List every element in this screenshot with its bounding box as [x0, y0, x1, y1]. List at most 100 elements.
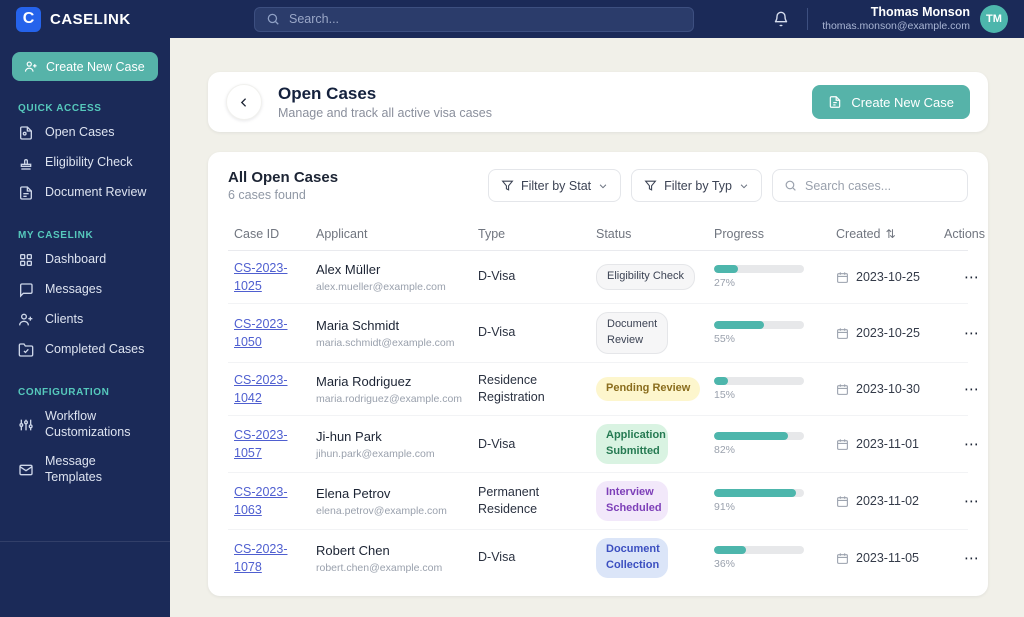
user-plus-icon: [19, 313, 33, 326]
applicant-name: Ji-hun Park: [316, 428, 382, 444]
page-header-card: Open Cases Manage and track all active v…: [208, 72, 988, 132]
applicant-email: alex.mueller@example.com: [316, 280, 446, 293]
filter-status-label: Filter by Stat: [520, 178, 592, 193]
search-icon: [785, 180, 796, 191]
main-content: Open Cases Manage and track all active v…: [170, 38, 1024, 617]
calendar-icon: [837, 384, 848, 395]
row-actions-button[interactable]: ⋯: [958, 490, 986, 512]
table-row: CS-2023-1042 Maria Rodriguez maria.rodri…: [228, 363, 979, 417]
global-search-placeholder: Search...: [289, 12, 340, 26]
row-actions-button[interactable]: ⋯: [958, 378, 986, 400]
row-actions-button[interactable]: ⋯: [958, 547, 986, 569]
calendar-icon: [837, 271, 848, 283]
table-title: All Open Cases: [228, 169, 339, 186]
page-header-text: Open Cases Manage and track all active v…: [278, 84, 492, 120]
funnel-icon: [644, 180, 657, 191]
table-controls: Filter by Stat Filter by Typ Search case…: [487, 169, 968, 202]
progress-percent: 27%: [714, 277, 736, 290]
col-header-progress: Progress: [714, 227, 765, 241]
notifications-button[interactable]: [763, 7, 799, 31]
filter-by-type-dropdown[interactable]: Filter by Typ: [631, 169, 762, 202]
created-date: 2023-10-25: [856, 326, 920, 341]
applicant-cell: Ji-hun Park jihun.park@example.com: [316, 429, 476, 460]
progress-cell: 82%: [714, 432, 804, 456]
row-actions-button[interactable]: ⋯: [958, 433, 986, 455]
filter-by-status-dropdown[interactable]: Filter by Stat: [487, 169, 622, 202]
sidebar-item-label: Eligibility Check: [45, 155, 133, 170]
created-date: 2023-10-30: [856, 382, 920, 397]
create-new-case-label: Create New Case: [851, 94, 954, 110]
mail-icon: [19, 464, 33, 476]
topbar-divider: [807, 8, 809, 30]
col-header-applicant: Applicant: [316, 227, 368, 241]
created-cell: 2023-11-05: [836, 551, 942, 565]
page-title: Open Cases: [278, 83, 377, 103]
section-title: QUICK ACCESS: [18, 103, 102, 114]
progress-cell: 55%: [714, 321, 804, 345]
search-cases-input[interactable]: Search cases...: [772, 169, 968, 202]
user-email: thomas.monson@example.com: [822, 20, 970, 33]
progress-percent: 15%: [714, 389, 736, 402]
brand: C CASELINK: [0, 6, 254, 32]
row-actions-button[interactable]: ⋯: [958, 322, 986, 344]
sidebar-create-new-case-button[interactable]: Create New Case: [12, 52, 158, 81]
sidebar-item-dashboard[interactable]: Dashboard: [12, 245, 158, 275]
funnel-icon: [501, 180, 514, 191]
sidebar-item-messages[interactable]: Messages: [12, 275, 158, 305]
case-id-link[interactable]: CS-2023-1063: [234, 483, 296, 519]
sidebar-item-open-cases[interactable]: Open Cases: [12, 118, 158, 148]
sidebar-bottom-divider: [0, 541, 170, 542]
status-badge: Eligibility Check: [596, 264, 696, 291]
create-new-case-button[interactable]: Create New Case: [812, 85, 970, 119]
user-block: Thomas Monson thomas.monson@example.com: [822, 5, 970, 34]
sidebar-item-label: Completed Cases: [45, 342, 145, 357]
status-badge: Interview Scheduled: [596, 481, 668, 522]
chevron-down-icon: [740, 183, 748, 188]
progress-cell: 15%: [714, 377, 804, 401]
applicant-name: Elena Petrov: [316, 485, 391, 501]
case-id-link[interactable]: CS-2023-1078: [234, 540, 296, 576]
back-button[interactable]: [226, 84, 262, 120]
topbar-right: Thomas Monson thomas.monson@example.com …: [763, 5, 1024, 34]
case-id-link[interactable]: CS-2023-1057: [234, 426, 296, 462]
bell-icon: [774, 11, 788, 27]
sidebar-create-new-case-label: Create New Case: [46, 59, 145, 74]
sidebar-item-label: Message Templates: [45, 454, 102, 484]
sidebar-section-configuration: CONFIGURATION Workflow Customizations Me…: [12, 387, 158, 493]
row-actions-button[interactable]: ⋯: [958, 266, 986, 288]
sidebar-item-document-review[interactable]: Document Review: [12, 178, 158, 208]
case-id-link[interactable]: CS-2023-1050: [234, 315, 296, 351]
topbar: C CASELINK Search... Thomas Monson thoma…: [0, 0, 1024, 38]
sidebar-item-label: Messages: [45, 282, 102, 297]
col-header-created-sortable[interactable]: Created ⇅: [836, 227, 942, 241]
sidebar-item-message-templates[interactable]: Message Templates: [12, 447, 158, 492]
sidebar-item-eligibility-check[interactable]: Eligibility Check: [12, 148, 158, 178]
created-cell: 2023-11-01: [836, 437, 942, 451]
case-id-link[interactable]: CS-2023-1025: [234, 259, 296, 295]
table-row: CS-2023-1050 Maria Schmidt maria.schmidt…: [228, 304, 979, 364]
avatar[interactable]: TM: [980, 5, 1008, 33]
chevron-left-icon: [240, 97, 246, 107]
created-date: 2023-10-25: [856, 270, 920, 285]
progress-fill: [714, 265, 739, 274]
sidebar-item-completed-cases[interactable]: Completed Cases: [12, 335, 158, 365]
calendar-icon: [837, 439, 848, 450]
ellipsis-icon: ⋯: [964, 493, 980, 511]
global-search-input[interactable]: Search...: [254, 6, 694, 32]
created-cell: 2023-10-25: [836, 326, 942, 340]
col-header-case-id: Case ID: [234, 227, 280, 241]
chat-bubble-icon: [20, 283, 33, 298]
progress-fill: [714, 321, 764, 330]
progress-cell: 36%: [714, 546, 804, 570]
created-date: 2023-11-02: [856, 494, 920, 509]
case-id-link[interactable]: CS-2023-1042: [234, 371, 296, 407]
progress-fill: [714, 546, 747, 555]
sort-icon: ⇅: [885, 227, 896, 241]
sidebar-item-workflow-customizations[interactable]: Workflow Customizations: [12, 402, 158, 447]
applicant-email: robert.chen@example.com: [316, 561, 443, 574]
progress-track: [714, 489, 804, 498]
sidebar-item-clients[interactable]: Clients: [12, 305, 158, 335]
progress-percent: 55%: [714, 333, 736, 346]
created-cell: 2023-10-30: [836, 382, 942, 396]
table-row: CS-2023-1025 Alex Müller alex.mueller@ex…: [228, 251, 979, 305]
